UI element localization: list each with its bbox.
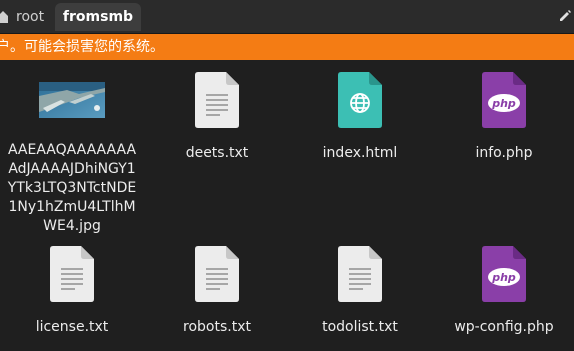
file-item[interactable]: todolist.txt [293, 246, 427, 337]
tab-root-label: root [16, 9, 45, 25]
tab-fromsmb-label: fromsmb [62, 9, 134, 25]
file-item[interactable]: license.txt [5, 246, 139, 337]
file-icon-area: php [437, 72, 571, 128]
file-icon-area: php [437, 246, 571, 302]
php-file-icon: php [482, 246, 526, 302]
file-name: deets.txt [185, 145, 249, 161]
file-name: AAEAAQAAAAAAAAdJAAAAJDhiNGY1YTk3LTQ3NTct… [7, 142, 137, 234]
file-icon-area [150, 72, 284, 128]
text-file-icon [195, 72, 239, 128]
file-icon-area [293, 72, 427, 128]
tab-fromsmb[interactable]: fromsmb [55, 3, 141, 31]
file-item[interactable]: robots.txt [150, 246, 284, 337]
file-icon-area [5, 246, 139, 302]
file-item[interactable]: AAEAAQAAAAAAAAdJAAAAJDhiNGY1YTk3LTQ3NTct… [5, 64, 139, 236]
file-name: index.html [322, 145, 398, 161]
pencil-icon[interactable] [558, 9, 572, 23]
text-file-icon [195, 246, 239, 302]
file-item[interactable]: php info.php [437, 72, 571, 163]
file-name: wp-config.php [454, 319, 554, 335]
warning-banner: 户。可能会损害您的系统。 [0, 34, 574, 60]
php-file-icon: php [482, 72, 526, 128]
file-item[interactable]: deets.txt [150, 72, 284, 163]
file-icon-area [150, 246, 284, 302]
file-item[interactable]: index.html [293, 72, 427, 163]
svg-text:php: php [491, 271, 516, 284]
text-file-icon [338, 246, 382, 302]
file-icon-area [293, 246, 427, 302]
file-name: info.php [475, 145, 533, 161]
file-name: robots.txt [183, 319, 251, 335]
html-file-icon [338, 72, 382, 128]
file-icon-area [5, 64, 139, 120]
home-icon [0, 11, 8, 23]
svg-text:php: php [491, 97, 516, 110]
text-file-icon [50, 246, 94, 302]
tab-root[interactable]: root [0, 3, 50, 31]
tab-bar: root fromsmb [0, 0, 574, 34]
file-item[interactable]: php wp-config.php [437, 246, 571, 337]
warning-text: 户。可能会损害您的系统。 [0, 39, 164, 55]
image-thumbnail [39, 82, 105, 118]
file-name: license.txt [35, 319, 109, 335]
file-name: todolist.txt [322, 319, 398, 335]
